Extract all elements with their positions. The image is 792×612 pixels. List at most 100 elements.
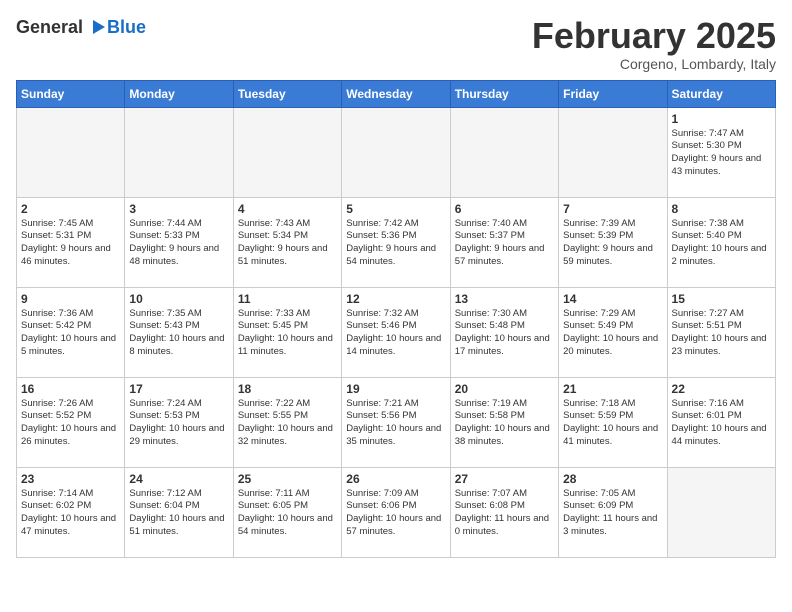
weekday-header-row: SundayMondayTuesdayWednesdayThursdayFrid… xyxy=(17,80,776,107)
logo-text-blue: Blue xyxy=(107,17,146,37)
day-number: 9 xyxy=(21,292,120,306)
calendar-cell: 11 Sunrise: 7:33 AMSunset: 5:45 PMDayligh… xyxy=(233,287,341,377)
day-number: 25 xyxy=(238,472,337,486)
calendar-cell: 19 Sunrise: 7:21 AMSunset: 5:56 PMDayligh… xyxy=(342,377,450,467)
day-number: 27 xyxy=(455,472,554,486)
calendar-cell xyxy=(125,107,233,197)
day-number: 20 xyxy=(455,382,554,396)
day-info: Sunrise: 7:33 AMSunset: 5:45 PMDaylight:… xyxy=(238,308,337,359)
calendar-cell: 4 Sunrise: 7:43 AMSunset: 5:34 PMDaylight… xyxy=(233,197,341,287)
weekday-header-friday: Friday xyxy=(559,80,667,107)
day-info: Sunrise: 7:32 AMSunset: 5:46 PMDaylight:… xyxy=(346,308,445,359)
calendar-cell: 25Sunrise: 7:11 AMSunset: 6:05 PMDayligh… xyxy=(233,467,341,557)
weekday-header-thursday: Thursday xyxy=(450,80,558,107)
calendar-cell: 23 Sunrise: 7:14 AMSunset: 6:02 PMDayligh… xyxy=(17,467,125,557)
month-title: February 2025 xyxy=(532,16,776,56)
day-number: 2 xyxy=(21,202,120,216)
day-info: Sunrise: 7:35 AMSunset: 5:43 PMDaylight:… xyxy=(129,308,228,359)
day-info: Sunrise: 7:16 AMSunset: 6:01 PMDaylight:… xyxy=(672,398,771,449)
day-info: Sunrise: 7:29 AMSunset: 5:49 PMDaylight:… xyxy=(563,308,662,359)
day-info: Sunrise: 7:44 AMSunset: 5:33 PMDaylight:… xyxy=(129,218,228,269)
calendar-cell: 27 Sunrise: 7:07 AMSunset: 6:08 PMDayligh… xyxy=(450,467,558,557)
calendar-cell: 15 Sunrise: 7:27 AMSunset: 5:51 PMDayligh… xyxy=(667,287,775,377)
day-number: 3 xyxy=(129,202,228,216)
day-number: 4 xyxy=(238,202,337,216)
day-number: 12 xyxy=(346,292,445,306)
day-number: 15 xyxy=(672,292,771,306)
day-info: Sunrise: 7:05 AMSunset: 6:09 PMDaylight:… xyxy=(563,488,662,539)
page-header: General Blue February 2025 Corgeno, Lomb… xyxy=(16,16,776,72)
day-info: Sunrise: 7:24 AMSunset: 5:53 PMDaylight:… xyxy=(129,398,228,449)
day-number: 5 xyxy=(346,202,445,216)
day-info: Sunrise: 7:22 AMSunset: 5:55 PMDaylight:… xyxy=(238,398,337,449)
day-info: Sunrise: 7:36 AMSunset: 5:42 PMDaylight:… xyxy=(21,308,120,359)
day-info: Sunrise: 7:21 AMSunset: 5:56 PMDaylight:… xyxy=(346,398,445,449)
calendar-table: SundayMondayTuesdayWednesdayThursdayFrid… xyxy=(16,80,776,558)
day-info: Sunrise: 7:38 AMSunset: 5:40 PMDaylight:… xyxy=(672,218,771,269)
day-number: 6 xyxy=(455,202,554,216)
day-info: Sunrise: 7:43 AMSunset: 5:34 PMDaylight:… xyxy=(238,218,337,269)
calendar-cell xyxy=(17,107,125,197)
calendar-cell: 5 Sunrise: 7:42 AMSunset: 5:36 PMDaylight… xyxy=(342,197,450,287)
calendar-cell: 26Sunrise: 7:09 AMSunset: 6:06 PMDayligh… xyxy=(342,467,450,557)
day-number: 18 xyxy=(238,382,337,396)
calendar-cell: 3 Sunrise: 7:44 AMSunset: 5:33 PMDaylight… xyxy=(125,197,233,287)
calendar-cell xyxy=(342,107,450,197)
day-info: Sunrise: 7:07 AMSunset: 6:08 PMDaylight:… xyxy=(455,488,554,539)
calendar-cell xyxy=(450,107,558,197)
calendar-cell: 1 Sunrise: 7:47 AMSunset: 5:30 PMDaylight… xyxy=(667,107,775,197)
weekday-header-monday: Monday xyxy=(125,80,233,107)
calendar-cell: 12 Sunrise: 7:32 AMSunset: 5:46 PMDayligh… xyxy=(342,287,450,377)
calendar-cell: 8 Sunrise: 7:38 AMSunset: 5:40 PMDaylight… xyxy=(667,197,775,287)
calendar-cell: 24 Sunrise: 7:12 AMSunset: 6:04 PMDayligh… xyxy=(125,467,233,557)
day-info: Sunrise: 7:40 AMSunset: 5:37 PMDaylight:… xyxy=(455,218,554,269)
day-number: 28 xyxy=(563,472,662,486)
calendar-cell: 20 Sunrise: 7:19 AMSunset: 5:58 PMDayligh… xyxy=(450,377,558,467)
logo-icon xyxy=(85,16,107,38)
day-number: 11 xyxy=(238,292,337,306)
week-row-2: 2Sunrise: 7:45 AMSunset: 5:31 PMDaylight… xyxy=(17,197,776,287)
calendar-cell: 17 Sunrise: 7:24 AMSunset: 5:53 PMDayligh… xyxy=(125,377,233,467)
day-number: 24 xyxy=(129,472,228,486)
day-number: 21 xyxy=(563,382,662,396)
logo-text-general: General xyxy=(16,17,83,38)
calendar-cell: 21 Sunrise: 7:18 AMSunset: 5:59 PMDayligh… xyxy=(559,377,667,467)
day-number: 22 xyxy=(672,382,771,396)
calendar-cell: 13Sunrise: 7:30 AMSunset: 5:48 PMDayligh… xyxy=(450,287,558,377)
calendar-cell: 9 Sunrise: 7:36 AMSunset: 5:42 PMDaylight… xyxy=(17,287,125,377)
weekday-header-saturday: Saturday xyxy=(667,80,775,107)
weekday-header-sunday: Sunday xyxy=(17,80,125,107)
day-number: 16 xyxy=(21,382,120,396)
day-number: 19 xyxy=(346,382,445,396)
calendar-cell: 10 Sunrise: 7:35 AMSunset: 5:43 PMDayligh… xyxy=(125,287,233,377)
calendar-cell: 22 Sunrise: 7:16 AMSunset: 6:01 PMDayligh… xyxy=(667,377,775,467)
day-number: 17 xyxy=(129,382,228,396)
week-row-1: 1 Sunrise: 7:47 AMSunset: 5:30 PMDaylight… xyxy=(17,107,776,197)
calendar-cell: 14 Sunrise: 7:29 AMSunset: 5:49 PMDayligh… xyxy=(559,287,667,377)
day-number: 7 xyxy=(563,202,662,216)
day-info: Sunrise: 7:47 AMSunset: 5:30 PMDaylight:… xyxy=(672,128,771,179)
calendar-cell: 18 Sunrise: 7:22 AMSunset: 5:55 PMDayligh… xyxy=(233,377,341,467)
day-number: 10 xyxy=(129,292,228,306)
day-info: Sunrise: 7:27 AMSunset: 5:51 PMDaylight:… xyxy=(672,308,771,359)
day-number: 26 xyxy=(346,472,445,486)
day-info: Sunrise: 7:30 AMSunset: 5:48 PMDaylight:… xyxy=(455,308,554,359)
title-section: February 2025 Corgeno, Lombardy, Italy xyxy=(532,16,776,72)
weekday-header-tuesday: Tuesday xyxy=(233,80,341,107)
calendar-cell xyxy=(667,467,775,557)
week-row-3: 9 Sunrise: 7:36 AMSunset: 5:42 PMDaylight… xyxy=(17,287,776,377)
calendar-cell: 7Sunrise: 7:39 AMSunset: 5:39 PMDaylight… xyxy=(559,197,667,287)
day-info: Sunrise: 7:18 AMSunset: 5:59 PMDaylight:… xyxy=(563,398,662,449)
day-info: Sunrise: 7:42 AMSunset: 5:36 PMDaylight:… xyxy=(346,218,445,269)
day-number: 8 xyxy=(672,202,771,216)
day-info: Sunrise: 7:12 AMSunset: 6:04 PMDaylight:… xyxy=(129,488,228,539)
day-number: 1 xyxy=(672,112,771,126)
location-subtitle: Corgeno, Lombardy, Italy xyxy=(532,56,776,72)
day-number: 14 xyxy=(563,292,662,306)
calendar-cell xyxy=(559,107,667,197)
day-info: Sunrise: 7:19 AMSunset: 5:58 PMDaylight:… xyxy=(455,398,554,449)
day-info: Sunrise: 7:14 AMSunset: 6:02 PMDaylight:… xyxy=(21,488,120,539)
day-number: 23 xyxy=(21,472,120,486)
calendar-cell: 2Sunrise: 7:45 AMSunset: 5:31 PMDaylight… xyxy=(17,197,125,287)
logo: General Blue xyxy=(16,16,146,38)
